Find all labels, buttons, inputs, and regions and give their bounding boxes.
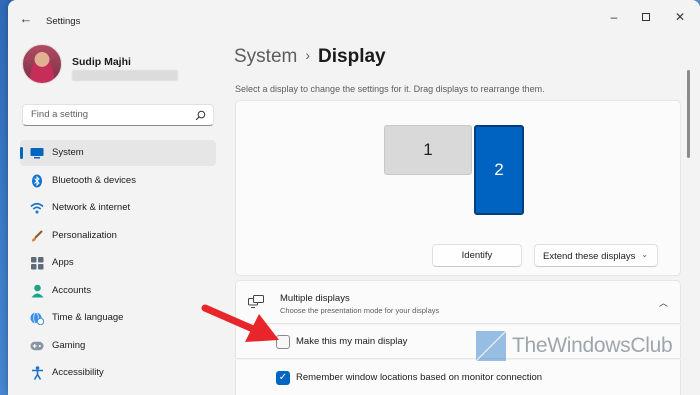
sidebar-item-apps[interactable]: Apps xyxy=(20,250,216,276)
checkbox-label: Remember window locations based on monit… xyxy=(296,372,543,383)
title-bar: ← Settings – ✕ xyxy=(8,0,700,36)
bluetooth-icon xyxy=(30,174,44,188)
sidebar-item-accounts[interactable]: Accounts xyxy=(20,278,216,304)
wifi-icon xyxy=(30,201,44,215)
gamepad-icon xyxy=(30,339,44,353)
sidebar-item-label: Bluetooth & devices xyxy=(52,174,136,186)
search-box[interactable] xyxy=(22,104,214,126)
sidebar-item-label: Gaming xyxy=(52,339,86,351)
close-icon: ✕ xyxy=(674,10,686,24)
monitor-label: 1 xyxy=(423,140,433,159)
monitor-1[interactable]: 1 xyxy=(384,125,472,175)
breadcrumb-parent-link[interactable]: System xyxy=(234,46,297,67)
minimize-icon: – xyxy=(610,10,618,24)
globe-clock-icon xyxy=(30,311,44,325)
annotation-arrow-icon xyxy=(201,304,279,342)
display-arrangement-panel: 1 2 Identify Extend these displays ⌄ xyxy=(235,100,681,276)
dropdown-value: Extend these displays xyxy=(543,251,636,262)
minimize-button[interactable]: – xyxy=(604,9,624,25)
breadcrumb-separator-icon: › xyxy=(305,47,311,63)
apps-icon xyxy=(30,256,44,270)
sidebar-item-network[interactable]: Network & internet xyxy=(20,195,216,221)
system-icon xyxy=(30,146,44,160)
maximize-icon xyxy=(642,13,650,21)
sidebar-item-gaming[interactable]: Gaming xyxy=(20,333,216,359)
watermark-text: TheWindowsClub xyxy=(512,334,673,357)
chevron-down-icon: ⌄ xyxy=(641,250,648,259)
sidebar-item-label: System xyxy=(52,147,84,158)
section-title: Multiple displays xyxy=(280,293,350,304)
sidebar-item-system[interactable]: System xyxy=(20,140,216,166)
section-subtitle: Choose the presentation mode for your di… xyxy=(280,306,440,315)
settings-window: ← Settings – ✕ Sudip Majhi System xyxy=(8,0,700,395)
watermark: TheWindowsClub xyxy=(476,331,700,363)
person-icon xyxy=(30,284,44,298)
maximize-button[interactable] xyxy=(636,9,656,25)
monitor-label: 2 xyxy=(494,160,504,179)
sidebar-item-accessibility[interactable]: Accessibility xyxy=(20,360,216,386)
close-button[interactable]: ✕ xyxy=(670,9,690,25)
avatar[interactable] xyxy=(22,44,62,84)
monitor-2[interactable]: 2 xyxy=(474,125,524,215)
back-button[interactable]: ← xyxy=(18,11,34,27)
sidebar-item-label: Apps xyxy=(52,257,74,268)
back-arrow-icon: ← xyxy=(19,11,33,26)
accessibility-icon xyxy=(30,366,44,380)
page-description: Select a display to change the settings … xyxy=(235,84,545,94)
remember-locations-option: ✓ Remember window locations based on mon… xyxy=(235,360,681,395)
search-icon xyxy=(195,110,206,121)
identify-button[interactable]: Identify xyxy=(432,244,522,267)
sidebar-item-label: Network & internet xyxy=(52,202,131,213)
sidebar-item-bluetooth[interactable]: Bluetooth & devices xyxy=(20,168,216,194)
sidebar-item-personalization[interactable]: Personalization xyxy=(20,223,216,249)
display-mode-dropdown[interactable]: Extend these displays ⌄ xyxy=(534,244,658,267)
brush-icon xyxy=(30,229,44,243)
sidebar-item-time-language[interactable]: Time & language xyxy=(20,305,216,331)
checkmark-icon: ✓ xyxy=(278,372,288,383)
sidebar-nav: System Bluetooth & devices Network & int… xyxy=(20,140,216,388)
remember-locations-checkbox[interactable]: ✓ xyxy=(276,371,290,385)
app-title: Settings xyxy=(46,16,81,27)
scrollbar[interactable] xyxy=(687,70,690,158)
sidebar-item-label: Personalization xyxy=(52,229,117,241)
user-name: Sudip Majhi xyxy=(72,56,131,68)
user-email-redacted xyxy=(72,70,178,81)
chevron-up-icon[interactable]: ︿ xyxy=(659,296,668,309)
checkbox-label: Make this my main display xyxy=(296,336,408,347)
breadcrumb: System › Display xyxy=(234,46,386,68)
sidebar-item-label: Time & language xyxy=(52,312,124,323)
page-title: Display xyxy=(318,46,386,67)
sidebar-item-label: Accounts xyxy=(52,284,92,296)
sidebar-item-label: Accessibility xyxy=(52,367,104,378)
watermark-logo-icon xyxy=(476,331,506,361)
search-input[interactable] xyxy=(31,109,191,120)
multiple-displays-header[interactable]: Multiple displays Choose the presentatio… xyxy=(235,280,681,324)
